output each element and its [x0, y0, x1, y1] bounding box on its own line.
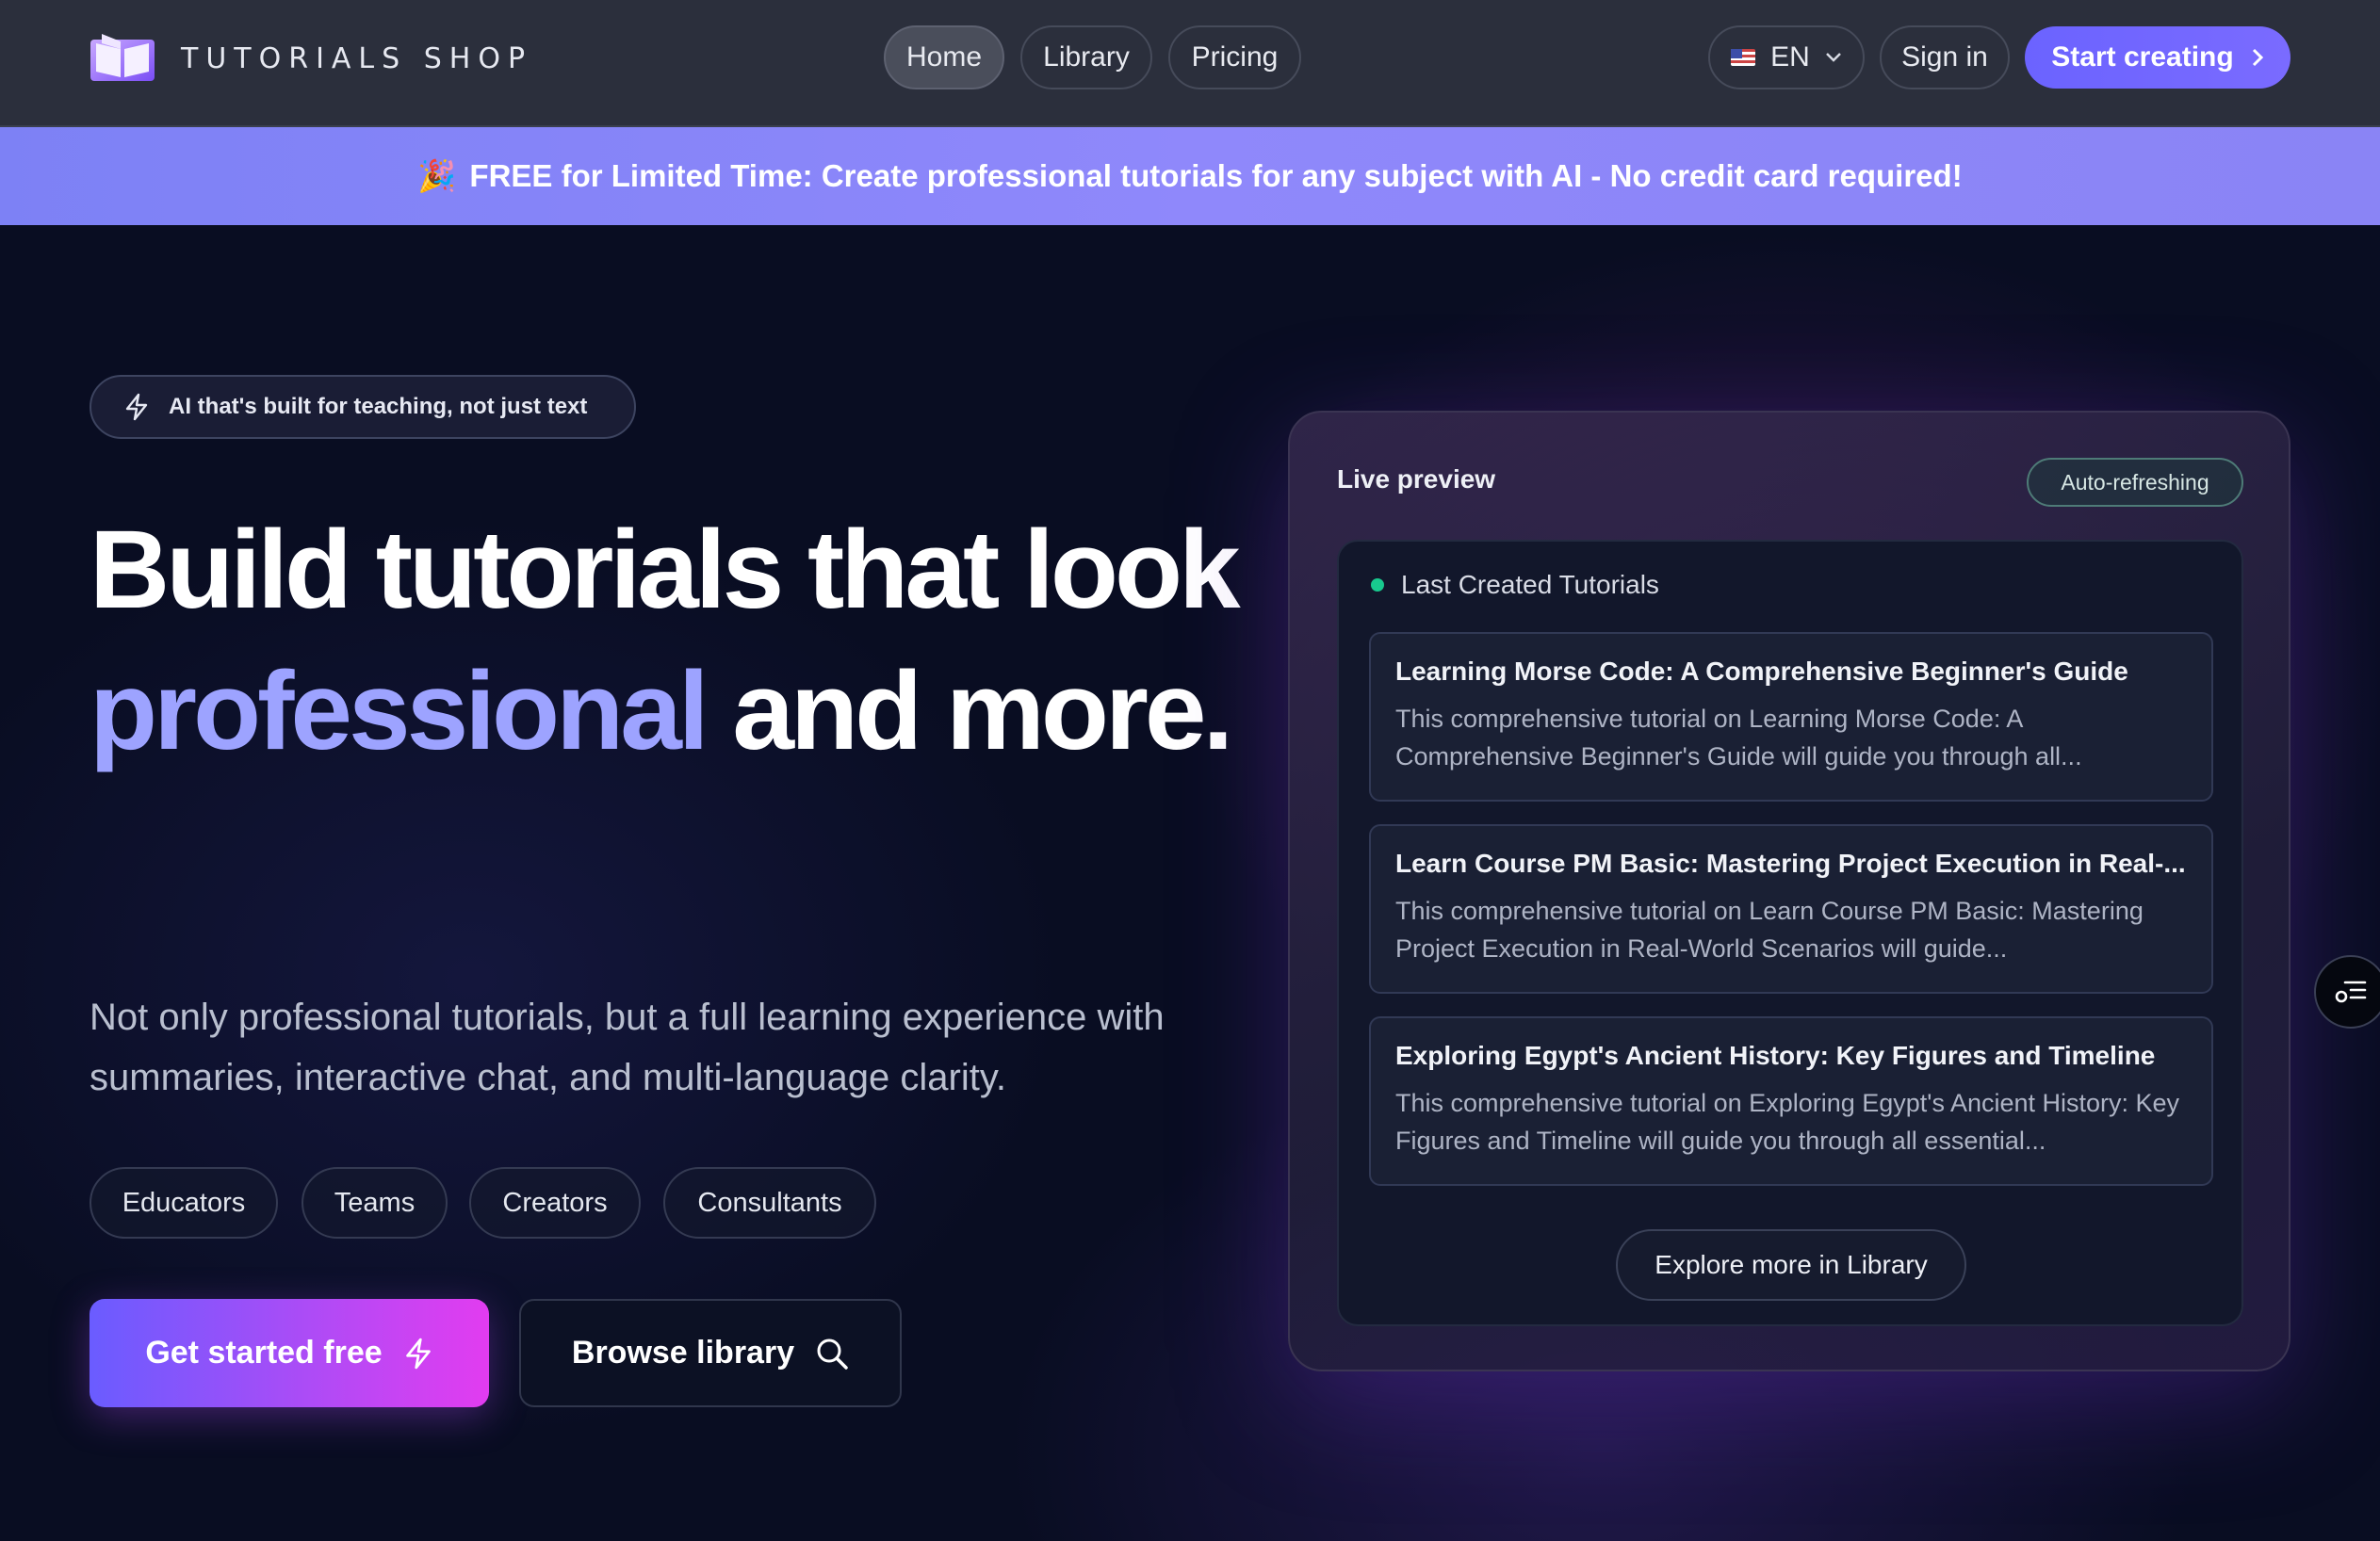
nav-home[interactable]: Home [884, 25, 1004, 89]
get-started-label: Get started free [145, 1335, 383, 1371]
language-label: EN [1770, 41, 1810, 73]
lightning-icon [125, 393, 148, 421]
recent-tutorials-panel: Last Created Tutorials Learning Morse Co… [1337, 540, 2243, 1326]
us-flag-icon [1731, 49, 1756, 66]
language-selector[interactable]: EN [1708, 25, 1865, 89]
nav-library[interactable]: Library [1020, 25, 1152, 89]
preview-title: Live preview [1337, 464, 1496, 494]
tutorial-card[interactable]: Learning Morse Code: A Comprehensive Beg… [1369, 632, 2213, 802]
page: TUTORIALS SHOP Home Library Pricing EN S… [0, 0, 2380, 1541]
logo-text: TUTORIALS SHOP [181, 41, 533, 75]
recent-tutorials-label: Last Created Tutorials [1401, 570, 1659, 599]
chevron-down-icon [1825, 53, 1841, 62]
tutorial-description: This comprehensive tutorial on Learning … [1395, 705, 2082, 770]
audience-consultants[interactable]: Consultants [663, 1167, 876, 1239]
live-dot-icon [1371, 578, 1384, 592]
ai-tagline-text: AI that's built for teaching, not just t… [169, 394, 588, 419]
promo-banner: 🎉 FREE for Limited Time: Create professi… [0, 127, 2380, 225]
get-started-button[interactable]: Get started free [90, 1299, 489, 1407]
top-navbar: TUTORIALS SHOP Home Library Pricing EN S… [0, 0, 2380, 127]
open-book-icon [90, 34, 155, 81]
tutorial-title: Learning Morse Code: A Comprehensive Beg… [1395, 657, 2128, 686]
audience-educators[interactable]: Educators [90, 1167, 278, 1239]
recent-tutorials-heading: Last Created Tutorials [1371, 570, 1659, 600]
promo-text: FREE for Limited Time: Create profession… [469, 158, 1963, 193]
tutorial-card[interactable]: Learn Course PM Basic: Mastering Project… [1369, 824, 2213, 994]
audience-creators[interactable]: Creators [469, 1167, 641, 1239]
sign-in-button[interactable]: Sign in [1880, 25, 2010, 89]
tutorial-description: This comprehensive tutorial on Exploring… [1395, 1089, 2180, 1155]
start-creating-button[interactable]: Start creating [2025, 26, 2290, 89]
tutorial-description: This comprehensive tutorial on Learn Cou… [1395, 897, 2144, 963]
headline-accent: professional [90, 649, 709, 773]
chevron-right-icon [2252, 48, 2263, 67]
live-preview-card: Live preview Auto-refreshing Last Create… [1288, 411, 2290, 1371]
tutorial-title: Exploring Egypt's Ancient History: Key F… [1395, 1041, 2156, 1070]
settings-list-icon [2335, 981, 2367, 1003]
start-creating-label: Start creating [2051, 41, 2234, 73]
explore-library-button[interactable]: Explore more in Library [1616, 1229, 1966, 1301]
logo[interactable]: TUTORIALS SHOP [89, 30, 532, 87]
hero-subtext: Not only professional tutorials, but a f… [90, 997, 1165, 1098]
search-icon [817, 1338, 848, 1370]
auto-refresh-badge: Auto-refreshing [2027, 458, 2243, 507]
floating-settings-button[interactable] [2314, 955, 2380, 1029]
browse-library-button[interactable]: Browse library [519, 1299, 902, 1407]
headline-part2: and more. [732, 649, 1233, 773]
ai-tagline-chip: AI that's built for teaching, not just t… [90, 375, 636, 439]
headline-part1: Build tutorials that look [90, 508, 1241, 632]
party-icon: 🎉 [417, 157, 457, 193]
tutorial-title: Learn Course PM Basic: Mastering Project… [1395, 849, 2186, 878]
audience-teams[interactable]: Teams [302, 1167, 448, 1239]
lightning-icon [405, 1338, 431, 1369]
hero-headline: Build tutorials that look professional a… [90, 499, 1267, 782]
nav-pricing[interactable]: Pricing [1168, 25, 1301, 89]
tutorial-card[interactable]: Exploring Egypt's Ancient History: Key F… [1369, 1016, 2213, 1186]
browse-library-label: Browse library [571, 1335, 795, 1371]
